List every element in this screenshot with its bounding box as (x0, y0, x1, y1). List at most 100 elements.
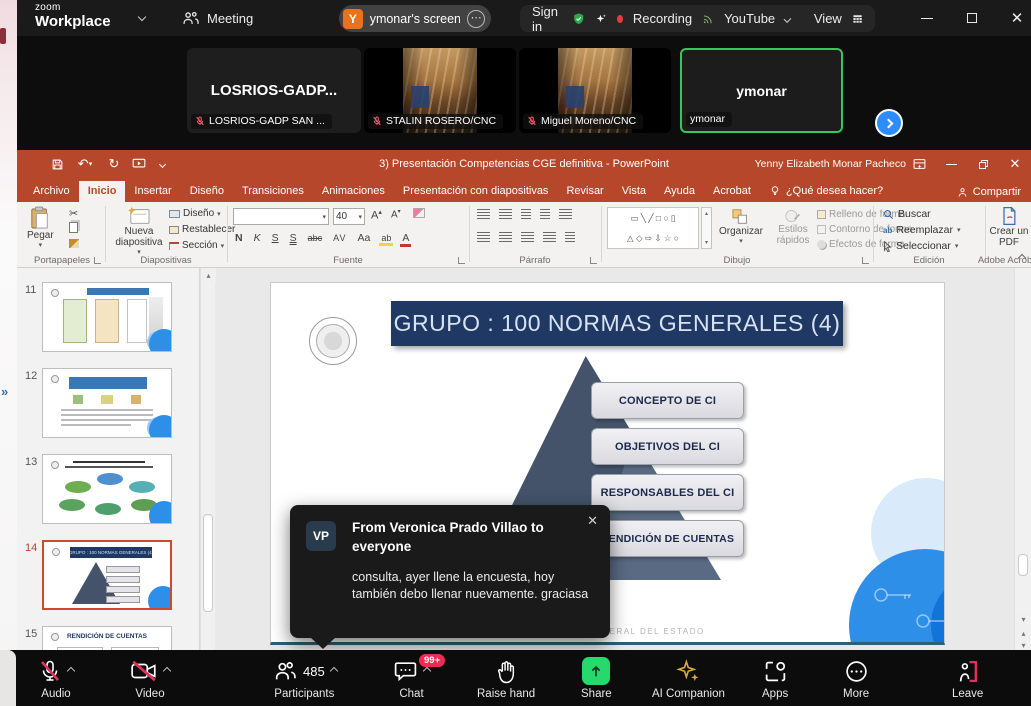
underline-button[interactable]: S (270, 232, 281, 244)
tab-transiciones[interactable]: Transiciones (233, 181, 313, 202)
screen-share-pill[interactable]: Y ymonar's screen ⋯ (339, 5, 491, 32)
increase-indent-button[interactable] (540, 209, 550, 219)
justify-button[interactable] (543, 232, 556, 242)
columns-button[interactable] (565, 232, 575, 242)
video-options-chevron[interactable] (163, 667, 171, 675)
participant-tile[interactable]: Miguel Moreno/CNC (519, 48, 671, 133)
shapes-scroll[interactable]: ▴▾ (701, 207, 712, 249)
slide-thumbnail-12[interactable] (42, 368, 172, 438)
slide-thumbnail-11[interactable] (42, 282, 172, 352)
bullets-button[interactable] (477, 209, 490, 219)
participants-button[interactable]: 485 Participants (272, 656, 337, 700)
clear-formatting-button[interactable] (413, 208, 425, 218)
ppt-restore-button[interactable] (967, 150, 999, 178)
arrange-button[interactable]: Organizar ▾ (719, 208, 763, 245)
reset-slide-button[interactable]: Restablecer (169, 224, 235, 235)
paste-button[interactable]: Pegar ▾ (27, 206, 54, 249)
raise-hand-button[interactable]: Raise hand (477, 656, 535, 700)
audio-options-chevron[interactable] (67, 667, 75, 675)
character-spacing-button[interactable]: AV (331, 233, 348, 243)
align-right-button[interactable] (521, 232, 534, 242)
participants-options-chevron[interactable] (329, 667, 337, 675)
video-button[interactable]: Video (130, 656, 170, 700)
italic-button[interactable]: K (252, 232, 263, 244)
ppt-close-button[interactable]: ✕ (999, 150, 1031, 178)
tab-ayuda[interactable]: Ayuda (655, 181, 704, 202)
tab-revisar[interactable]: Revisar (557, 181, 612, 202)
copy-button[interactable] (69, 222, 78, 233)
participant-tile[interactable]: STALIN ROSERO/CNC (364, 48, 516, 133)
chevron-down-icon[interactable] (784, 15, 792, 23)
window-maximize-button[interactable] (955, 0, 989, 36)
thumbnail-scrollbar[interactable]: ▴ (200, 268, 215, 650)
participant-tile-active-speaker[interactable]: ymonar ymonar (680, 48, 843, 133)
ribbon-display-options-button[interactable] (903, 150, 935, 178)
slide-thumbnail-13[interactable] (42, 454, 172, 524)
font-color-button[interactable]: A (400, 232, 411, 247)
ai-companion-button[interactable]: AI Companion (652, 656, 725, 700)
more-options-icon[interactable]: ⋯ (467, 10, 485, 28)
shadow-button[interactable]: S (288, 232, 299, 244)
scroll-down-button[interactable]: ▾ (1015, 612, 1031, 626)
highlight-button[interactable]: ab (379, 233, 393, 246)
increase-font-button[interactable]: A▴ (371, 208, 382, 222)
tab-presentacion[interactable]: Presentación con diapositivas (394, 181, 558, 202)
select-button[interactable]: Seleccionar ▾ (883, 240, 958, 252)
scroll-up-button[interactable]: ▴ (201, 268, 216, 282)
numbering-button[interactable] (499, 209, 512, 219)
audio-button[interactable]: Audio (38, 656, 74, 700)
recording-label[interactable]: Recording (633, 11, 692, 26)
strikethrough-button[interactable]: abc (306, 233, 325, 243)
quick-styles-button[interactable]: Estilos rápidos (771, 208, 815, 246)
sign-in-button[interactable]: Sign in (532, 4, 562, 34)
scroll-thumb[interactable] (1018, 554, 1028, 576)
meeting-tab[interactable]: Meeting (182, 7, 253, 29)
dialog-launcher-icon[interactable] (458, 257, 465, 264)
view-label[interactable]: View (814, 11, 842, 26)
tab-diseno[interactable]: Diseño (181, 181, 233, 202)
tab-inicio[interactable]: Inicio (79, 181, 126, 202)
format-painter-button[interactable] (69, 239, 79, 248)
tab-vista[interactable]: Vista (613, 181, 655, 202)
window-close-button[interactable]: ✕ (1000, 0, 1031, 36)
replace-button[interactable]: ab Reemplazar ▾ (883, 224, 960, 236)
dialog-launcher-icon[interactable] (862, 257, 869, 264)
youtube-label[interactable]: YouTube (724, 11, 775, 26)
more-button[interactable]: More (843, 656, 869, 700)
line-spacing-button[interactable] (559, 209, 572, 219)
dialog-launcher-icon[interactable] (94, 257, 101, 264)
change-case-button[interactable]: Aa (356, 232, 373, 244)
chat-notification-popup[interactable]: VP From Veronica Prado Villao to everyon… (290, 505, 610, 638)
account-user-name[interactable]: Yenny Elizabeth Monar Pacheco (755, 150, 906, 178)
chat-button[interactable]: 99+ Chat (393, 656, 430, 700)
tab-insertar[interactable]: Insertar (125, 181, 180, 202)
participant-tile[interactable]: LOSRIOS-GADP... LOSRIOS-GADP SAN ... (187, 48, 361, 133)
close-icon[interactable]: ✕ (587, 513, 598, 529)
font-size-combo[interactable]: 40▾ (333, 208, 365, 225)
window-minimize-button[interactable] (910, 0, 944, 36)
dialog-launcher-icon[interactable] (590, 257, 597, 264)
leave-button[interactable]: Leave (952, 656, 983, 700)
new-slide-button[interactable]: Nueva diapositiva ▾ (111, 206, 167, 256)
next-participants-button[interactable] (875, 109, 903, 137)
font-name-combo[interactable]: ▾ (233, 208, 329, 225)
bold-button[interactable]: N (233, 232, 245, 244)
create-pdf-button[interactable]: Crear un PDF (987, 206, 1031, 248)
chat-options-chevron[interactable] (423, 667, 431, 675)
security-shield-icon[interactable] (572, 10, 585, 28)
slide-thumbnail-14-selected[interactable]: GRUPO : 100 NORMAS GENERALES (4) (42, 540, 172, 610)
align-center-button[interactable] (499, 232, 512, 242)
tab-animaciones[interactable]: Animaciones (313, 181, 394, 202)
sparkle-icon[interactable] (595, 11, 607, 27)
apps-button[interactable]: Apps (762, 656, 788, 700)
chevron-down-icon[interactable] (138, 13, 146, 21)
share-button[interactable]: Share (581, 656, 612, 700)
share-document-button[interactable]: Compartir (957, 186, 1021, 198)
section-button[interactable]: Sección▾ (169, 240, 224, 251)
slide-layout-button[interactable]: Diseño▾ (169, 208, 221, 219)
align-left-button[interactable] (477, 232, 490, 242)
shapes-gallery[interactable]: ▭ ╲ ╱ □ ○ ▯ △ ◇ ⇨ ⇩ ☆ ○ (607, 207, 699, 249)
thumbnail-scroll-thumb[interactable] (203, 514, 213, 612)
decrease-indent-button[interactable] (521, 209, 531, 219)
tell-me-search[interactable]: ¿Qué desea hacer? (760, 181, 892, 202)
